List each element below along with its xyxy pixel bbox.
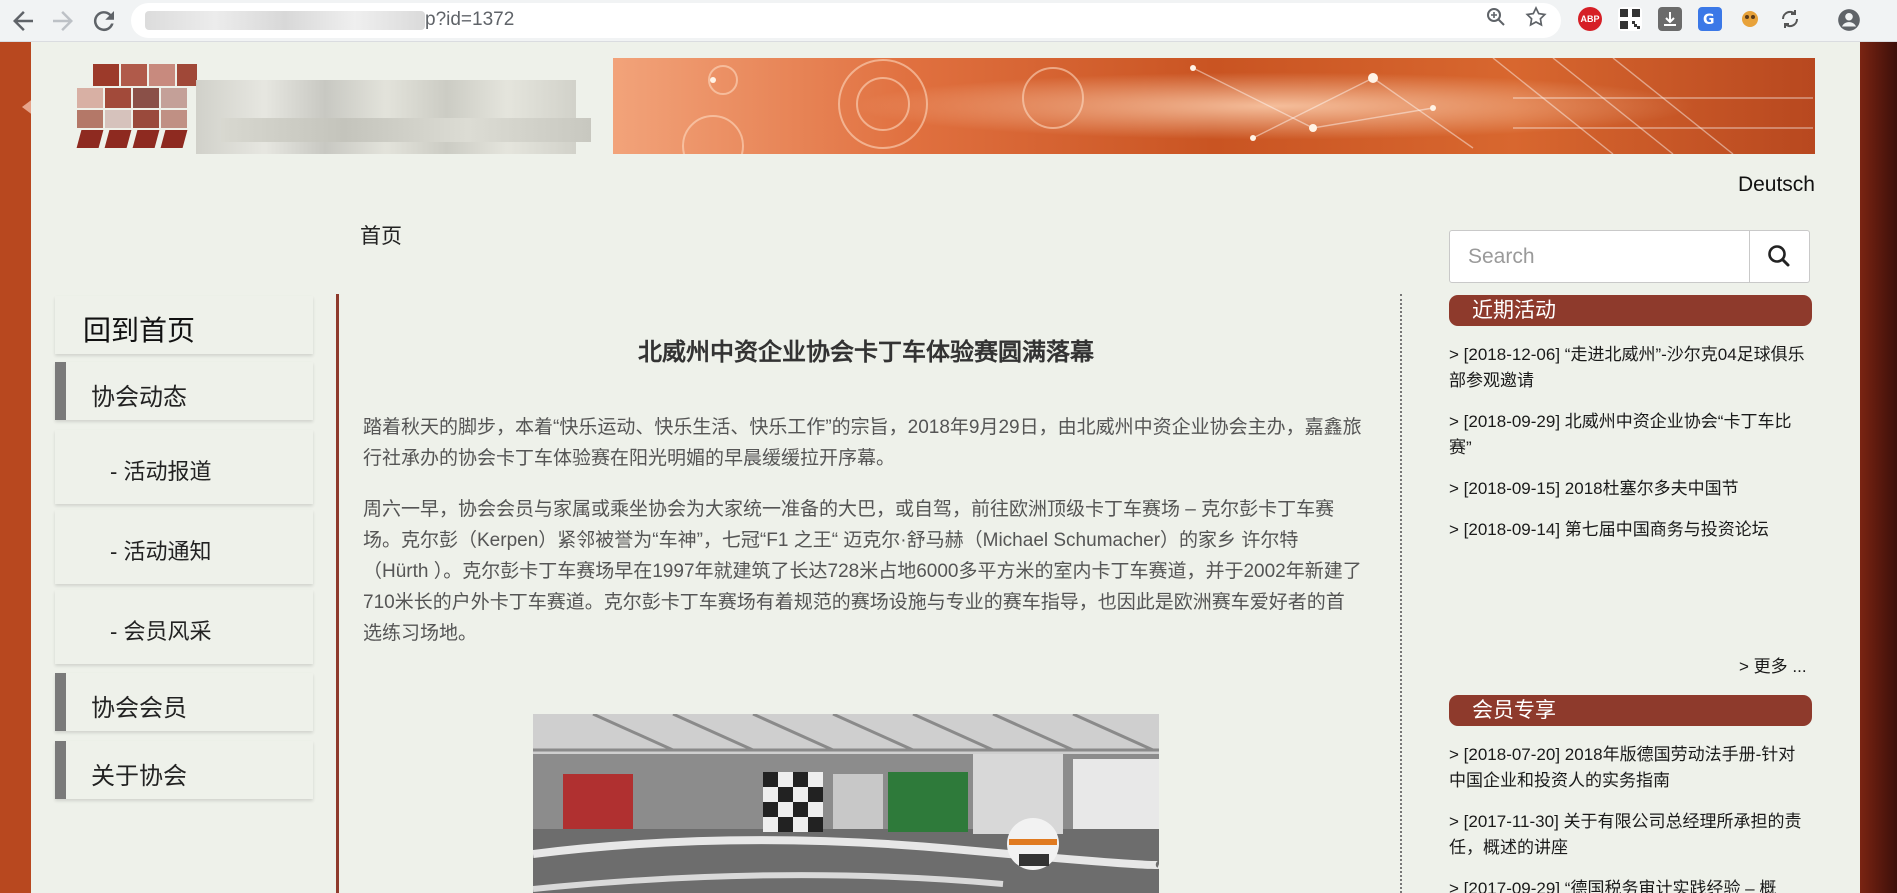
sidebar-active-bar (55, 362, 66, 420)
tampermonkey-icon[interactable] (1738, 7, 1762, 31)
recent-event-item[interactable]: > [2018-09-29] 北威州中资企业协会“卡丁车比赛” (1449, 409, 1811, 461)
sidebar-active-bar (55, 741, 66, 799)
association-name-redacted (196, 80, 576, 154)
language-link-deutsch[interactable]: Deutsch (1738, 173, 1815, 197)
nav-home-link[interactable]: 首页 (360, 220, 402, 250)
url-text: p?id=1372 (425, 9, 515, 30)
search-button[interactable] (1749, 230, 1810, 283)
arrow-right-icon[interactable] (48, 6, 78, 36)
recent-event-item[interactable]: > [2018-09-15] 2018杜塞尔多夫中国节 (1449, 476, 1811, 502)
member-exclusive-item[interactable]: > [2018-07-20] 2018年版德国劳动法手册-针对中国企业和投资人的… (1449, 742, 1811, 794)
article-paragraph: 踏着秋天的脚步，本着“快乐运动、快乐生活、快乐工作”的宗旨，2018年9月29日… (363, 417, 1362, 469)
page-frame-right (1860, 42, 1897, 893)
url-redacted (145, 11, 425, 30)
translate-icon[interactable]: G (1698, 7, 1722, 31)
content-divider-left (336, 294, 339, 893)
recent-events-heading: 近期活动 (1449, 295, 1812, 326)
sidebar-item-label: 协会会员 (91, 695, 187, 722)
member-exclusive-heading: 会员专享 (1449, 695, 1812, 726)
page-content: Deutsch 首页 回到首页 协会动态 - 活动报道 - 活动通知 - 会员风… (31, 42, 1860, 893)
content-divider-right (1400, 294, 1402, 893)
article-photo-kart-track (533, 714, 1159, 893)
sidebar-item-label: - 会员风采 (110, 619, 212, 644)
sidebar-active-bar (55, 673, 66, 731)
sidebar-item-event-notices[interactable]: - 活动通知 (55, 510, 313, 584)
page-frame-left (0, 42, 31, 893)
member-exclusive-item[interactable]: > [2017-09-29] “德国税务审计实践经验 – 概 (1449, 876, 1811, 893)
address-bar[interactable]: p?id=1372 (131, 3, 1561, 38)
sidebar-item-event-reports[interactable]: - 活动报道 (55, 430, 313, 504)
sidebar-item-label: - 活动通知 (110, 539, 212, 564)
zoom-icon[interactable] (1483, 5, 1509, 31)
sidebar-item-about[interactable]: 关于协会 (55, 741, 313, 799)
sidebar-item-members[interactable]: 协会会员 (55, 673, 313, 731)
sidebar-item-label: - 活动报道 (110, 459, 212, 484)
search-icon (1768, 245, 1790, 267)
browser-toolbar: p?id=1372 ABP G (0, 0, 1897, 42)
search-input[interactable] (1450, 231, 1749, 282)
sidebar-item-label: 协会动态 (91, 384, 187, 411)
recent-events-more-link[interactable]: > 更多 ... (1739, 652, 1807, 677)
search-field[interactable] (1449, 230, 1750, 283)
article-paragraph: 周六一早，协会会员与家属或乘坐协会为大家统一准备的大巴，或自驾，前往欧洲顶级卡丁… (363, 499, 1362, 644)
profile-icon[interactable] (1836, 7, 1860, 31)
sync-icon[interactable] (1778, 7, 1802, 31)
download-icon[interactable] (1658, 7, 1682, 31)
sidebar-item-member-showcase[interactable]: - 会员风采 (55, 590, 313, 664)
sidebar-back-home-label: 回到首页 (83, 315, 196, 346)
reload-icon[interactable] (89, 6, 119, 36)
adblock-icon[interactable]: ABP (1578, 7, 1602, 31)
star-icon[interactable] (1523, 5, 1549, 31)
svg-text:G: G (1703, 12, 1715, 28)
member-exclusive-item[interactable]: > [2017-11-30] 关于有限公司总经理所承担的责任，概述的讲座 (1449, 809, 1811, 861)
header-banner (613, 58, 1815, 154)
sidebar-back-home[interactable]: 回到首页 (55, 296, 313, 354)
association-logo[interactable] (76, 64, 207, 148)
association-subtitle-redacted (221, 118, 591, 142)
recent-event-item[interactable]: > [2018-12-06] “走进北威州”-沙尔克04足球俱乐部参观邀请 (1449, 342, 1811, 394)
qr-code-icon[interactable] (1618, 7, 1642, 31)
arrow-left-icon[interactable] (8, 6, 38, 36)
article-title: 北威州中资企业协会卡丁车体验赛圆满落幕 (638, 339, 1094, 366)
recent-event-item[interactable]: > [2018-09-14] 第七届中国商务与投资论坛 (1449, 517, 1811, 543)
sidebar-item-label: 关于协会 (91, 763, 187, 790)
sidebar-item-association-news[interactable]: 协会动态 (55, 362, 313, 420)
